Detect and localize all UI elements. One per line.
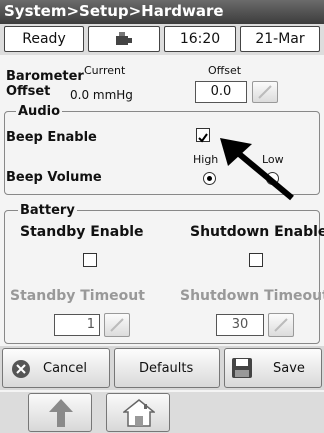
cancel-button[interactable]: Cancel: [2, 348, 110, 388]
beep-volume-label: Beep Volume: [6, 170, 102, 185]
standby-enable-checkbox[interactable]: [83, 253, 97, 267]
device-status-icon: [88, 26, 160, 52]
status-time: 16:20: [164, 26, 236, 52]
cancel-icon: [12, 360, 30, 378]
defaults-label: Defaults: [139, 361, 194, 376]
pencil-icon: [110, 318, 124, 332]
up-button[interactable]: [28, 393, 92, 432]
offset-header: Offset: [208, 64, 242, 77]
home-icon: [123, 399, 155, 427]
checkmark-icon: [198, 133, 208, 143]
shutdown-timeout-label: Shutdown Timeout: [180, 288, 324, 304]
status-state: Ready: [4, 26, 84, 52]
current-header: Current: [84, 64, 126, 77]
shutdown-enable-checkbox[interactable]: [249, 253, 263, 267]
pencil-icon: [258, 85, 272, 99]
standby-timeout-label: Standby Timeout: [10, 288, 145, 304]
nav-bar: [0, 392, 324, 433]
standby-timeout-field[interactable]: 1: [54, 314, 100, 336]
pointer-arrow-icon: [220, 138, 294, 201]
audio-legend: Audio: [16, 104, 63, 119]
window-title: System>Setup>Hardware: [0, 0, 324, 24]
defaults-button[interactable]: Defaults: [114, 348, 220, 388]
standby-timeout-edit-button[interactable]: [104, 313, 130, 337]
offset-edit-button[interactable]: [252, 81, 278, 103]
save-icon: [232, 358, 252, 378]
up-arrow-icon: [49, 399, 73, 427]
save-button[interactable]: Save: [224, 348, 322, 388]
pencil-icon: [274, 318, 288, 332]
barometer-offset-label: Offset: [6, 84, 51, 99]
beep-enable-checkbox[interactable]: [196, 128, 210, 143]
status-bar: Ready 16:20 21-Mar: [0, 24, 324, 55]
battery-legend: Battery: [18, 203, 77, 218]
shutdown-enable-label: Shutdown Enable: [190, 224, 324, 240]
save-label: Save: [273, 361, 305, 376]
barometer-label: Barometer: [6, 69, 84, 84]
status-date: 21-Mar: [240, 26, 320, 52]
beep-enable-label: Beep Enable: [6, 130, 97, 145]
shutdown-timeout-edit-button[interactable]: [268, 313, 294, 337]
current-value: 0.0 mmHg: [70, 88, 133, 102]
action-bar: Cancel Defaults Save: [0, 346, 324, 390]
offset-field[interactable]: 0.0: [195, 81, 247, 103]
cancel-label: Cancel: [43, 361, 88, 376]
standby-enable-label: Standby Enable: [20, 224, 144, 240]
shutdown-timeout-field[interactable]: 30: [216, 314, 264, 336]
home-button[interactable]: [106, 393, 170, 432]
